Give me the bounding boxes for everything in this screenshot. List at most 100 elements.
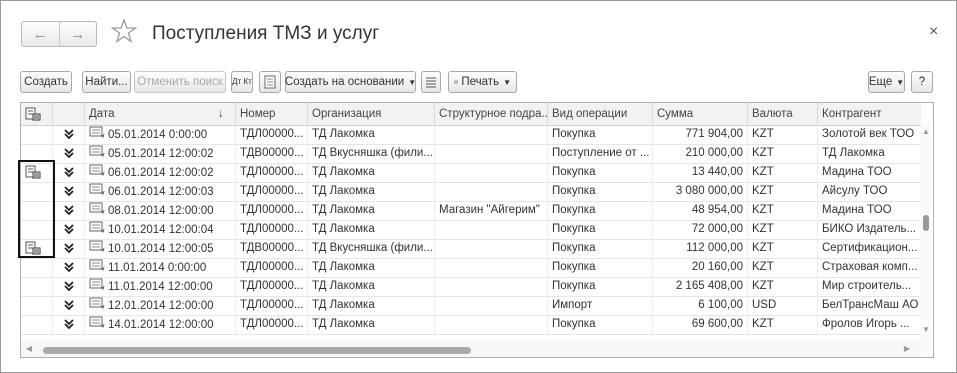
column-header-currency[interactable]: Валюта — [748, 103, 818, 125]
expand-cell[interactable] — [53, 296, 85, 315]
column-header-status[interactable] — [21, 103, 53, 125]
table-row[interactable]: 06.01.2014 12:00:02 ТДЛ00000... ТД Лакомка… — [21, 163, 921, 183]
column-header-subdivision[interactable]: Структурное подра... — [435, 103, 548, 125]
column-header-organization[interactable]: Организация — [308, 103, 435, 125]
cell-sum: 771 904,00 — [653, 125, 748, 144]
create-based-on-label: Создать на основании — [284, 76, 405, 88]
date-text: 12.01.2014 12:00:00 — [108, 300, 214, 313]
column-header-counterparty[interactable]: Контрагент — [818, 103, 921, 125]
printer-icon — [454, 80, 459, 84]
date-text: 06.01.2014 12:00:02 — [108, 167, 214, 180]
dropdown-arrow-icon: ▼ — [896, 77, 905, 87]
cell-org: ТД Вкусняшка (фили... — [308, 239, 435, 258]
double-chevron-down-icon — [64, 167, 74, 178]
column-header-number[interactable]: Номер — [236, 103, 308, 125]
print-label: Печать — [461, 76, 500, 88]
expand-cell[interactable] — [53, 277, 85, 296]
document-icon-button[interactable] — [259, 71, 281, 93]
posted-document-icon — [25, 107, 41, 121]
page-title: Поступления ТМЗ и услуг — [152, 23, 380, 44]
cell-counterparty: Золотой век ТОО — [822, 128, 915, 140]
scroll-down-icon[interactable]: ▼ — [922, 325, 930, 334]
cell-subdiv — [435, 182, 548, 201]
back-button[interactable]: ← — [22, 22, 59, 46]
horizontal-scroll-thumb[interactable] — [43, 347, 471, 354]
table-row[interactable]: 10.01.2014 12:00:04 ТДЛ00000... ТД Лакомка… — [21, 220, 921, 240]
cell-date: 10.01.2014 12:00:05 — [85, 239, 236, 258]
list-icon — [426, 77, 436, 88]
double-chevron-down-icon — [64, 319, 74, 330]
documents-table: Дата ↓ Номер Организация Структурное под… — [20, 102, 934, 358]
table-row[interactable]: 12.01.2014 12:00:00 ТДЛ00000... ТД Лакомка… — [21, 296, 921, 316]
scroll-left-icon[interactable]: ◀ — [25, 344, 33, 353]
expand-cell[interactable] — [53, 220, 85, 239]
expand-cell[interactable] — [53, 315, 85, 334]
table-row[interactable]: 05.01.2014 0:00:00 ТДЛ00000... ТД Лакомка П… — [21, 125, 921, 145]
column-header-sum[interactable]: Сумма — [653, 103, 748, 125]
cell-subdiv — [435, 296, 548, 315]
date-text: 10.01.2014 12:00:05 — [108, 243, 214, 256]
close-button[interactable]: × — [929, 23, 938, 41]
column-header-type[interactable] — [53, 103, 85, 125]
table-row[interactable]: 06.01.2014 12:00:03 ТДЛ00000... ТД Лакомка… — [21, 182, 921, 202]
cell-operation: Покупка — [548, 315, 653, 334]
status-cell — [21, 277, 53, 296]
dt-kt-button[interactable]: Дт Кт — [231, 71, 253, 93]
expand-cell[interactable] — [53, 125, 85, 144]
date-text: 11.01.2014 0:00:00 — [108, 262, 207, 275]
scroll-right-icon[interactable]: ▶ — [903, 344, 911, 353]
cell-currency: KZT — [748, 182, 818, 201]
cell-operation: Покупка — [548, 201, 653, 220]
date-text: 06.01.2014 12:00:03 — [108, 186, 214, 199]
vertical-scroll-thumb[interactable] — [923, 215, 929, 231]
expand-cell[interactable] — [53, 144, 85, 163]
find-button[interactable]: Найти... — [82, 71, 131, 93]
document-icon — [89, 239, 105, 258]
favorite-star-icon[interactable] — [111, 18, 137, 44]
cell-sum: 6 100,00 — [653, 296, 748, 315]
cell-date: 05.01.2014 0:00:00 — [85, 125, 236, 144]
cell-org: ТД Лакомка — [308, 163, 435, 182]
double-chevron-down-icon — [64, 148, 74, 159]
expand-cell[interactable] — [53, 239, 85, 258]
vertical-scrollbar[interactable]: ▲ ▼ — [920, 125, 932, 357]
date-header-label: Дата — [89, 108, 115, 120]
cell-date: 12.01.2014 12:00:00 — [85, 296, 236, 315]
cell-date: 08.01.2014 12:00:00 — [85, 201, 236, 220]
table-row[interactable]: 14.01.2014 12:00:00 ТДЛ00000... ТД Лакомка… — [21, 315, 921, 335]
table-row[interactable]: 08.01.2014 12:00:00 ТДЛ00000... ТД Лакомка… — [21, 201, 921, 221]
create-based-on-button[interactable]: Создать на основании ▼ — [285, 71, 416, 93]
column-header-operation[interactable]: Вид операции — [548, 103, 653, 125]
document-icon — [89, 258, 105, 277]
expand-cell[interactable] — [53, 258, 85, 277]
title-bar: ← → Поступления ТМЗ и услуг × — [1, 1, 956, 61]
cell-date: 10.01.2014 12:00:04 — [85, 220, 236, 239]
table-row[interactable]: 10.01.2014 12:00:05 ТДВ00000... ТД Вкусняш… — [21, 239, 921, 259]
cell-operation: Покупка — [548, 163, 653, 182]
expand-cell[interactable] — [53, 201, 85, 220]
date-text: 05.01.2014 12:00:02 — [108, 148, 214, 161]
horizontal-scrollbar[interactable]: ◀ ▶ — [21, 341, 920, 357]
cell-number: ТДЛ00000... — [236, 201, 308, 220]
create-button[interactable]: Создать — [20, 71, 72, 93]
expand-cell[interactable] — [53, 182, 85, 201]
cell-number: ТДЛ00000... — [236, 220, 308, 239]
forward-button[interactable]: → — [58, 22, 97, 46]
cell-date: 14.01.2014 12:00:00 — [85, 315, 236, 334]
cell-sum: 2 165 408,00 — [653, 277, 748, 296]
table-row[interactable]: 11.01.2014 12:00:00 ТДЛ00000... ТД Лакомка… — [21, 277, 921, 297]
print-button[interactable]: Печать ▼ — [448, 71, 517, 93]
expand-cell[interactable] — [53, 163, 85, 182]
list-settings-button[interactable] — [421, 71, 441, 93]
help-button[interactable]: ? — [911, 71, 933, 93]
scroll-up-icon[interactable]: ▲ — [922, 127, 930, 136]
cell-counterparty: ТД Лакомка — [822, 147, 885, 159]
table-row[interactable]: 05.01.2014 12:00:02 ТДВ00000... ТД Вкусняш… — [21, 144, 921, 164]
table-row[interactable]: 11.01.2014 0:00:00 ТДЛ00000... ТД Лакомка П… — [21, 258, 921, 278]
column-header-date[interactable]: Дата ↓ — [85, 103, 236, 125]
more-button[interactable]: Еще ▼ — [868, 71, 905, 93]
cell-date: 06.01.2014 12:00:03 — [85, 182, 236, 201]
document-list-window: ← → Поступления ТМЗ и услуг × Создать На… — [0, 0, 957, 373]
cell-number: ТДЛ00000... — [236, 182, 308, 201]
cancel-search-button[interactable]: Отменить поиск — [134, 71, 226, 93]
